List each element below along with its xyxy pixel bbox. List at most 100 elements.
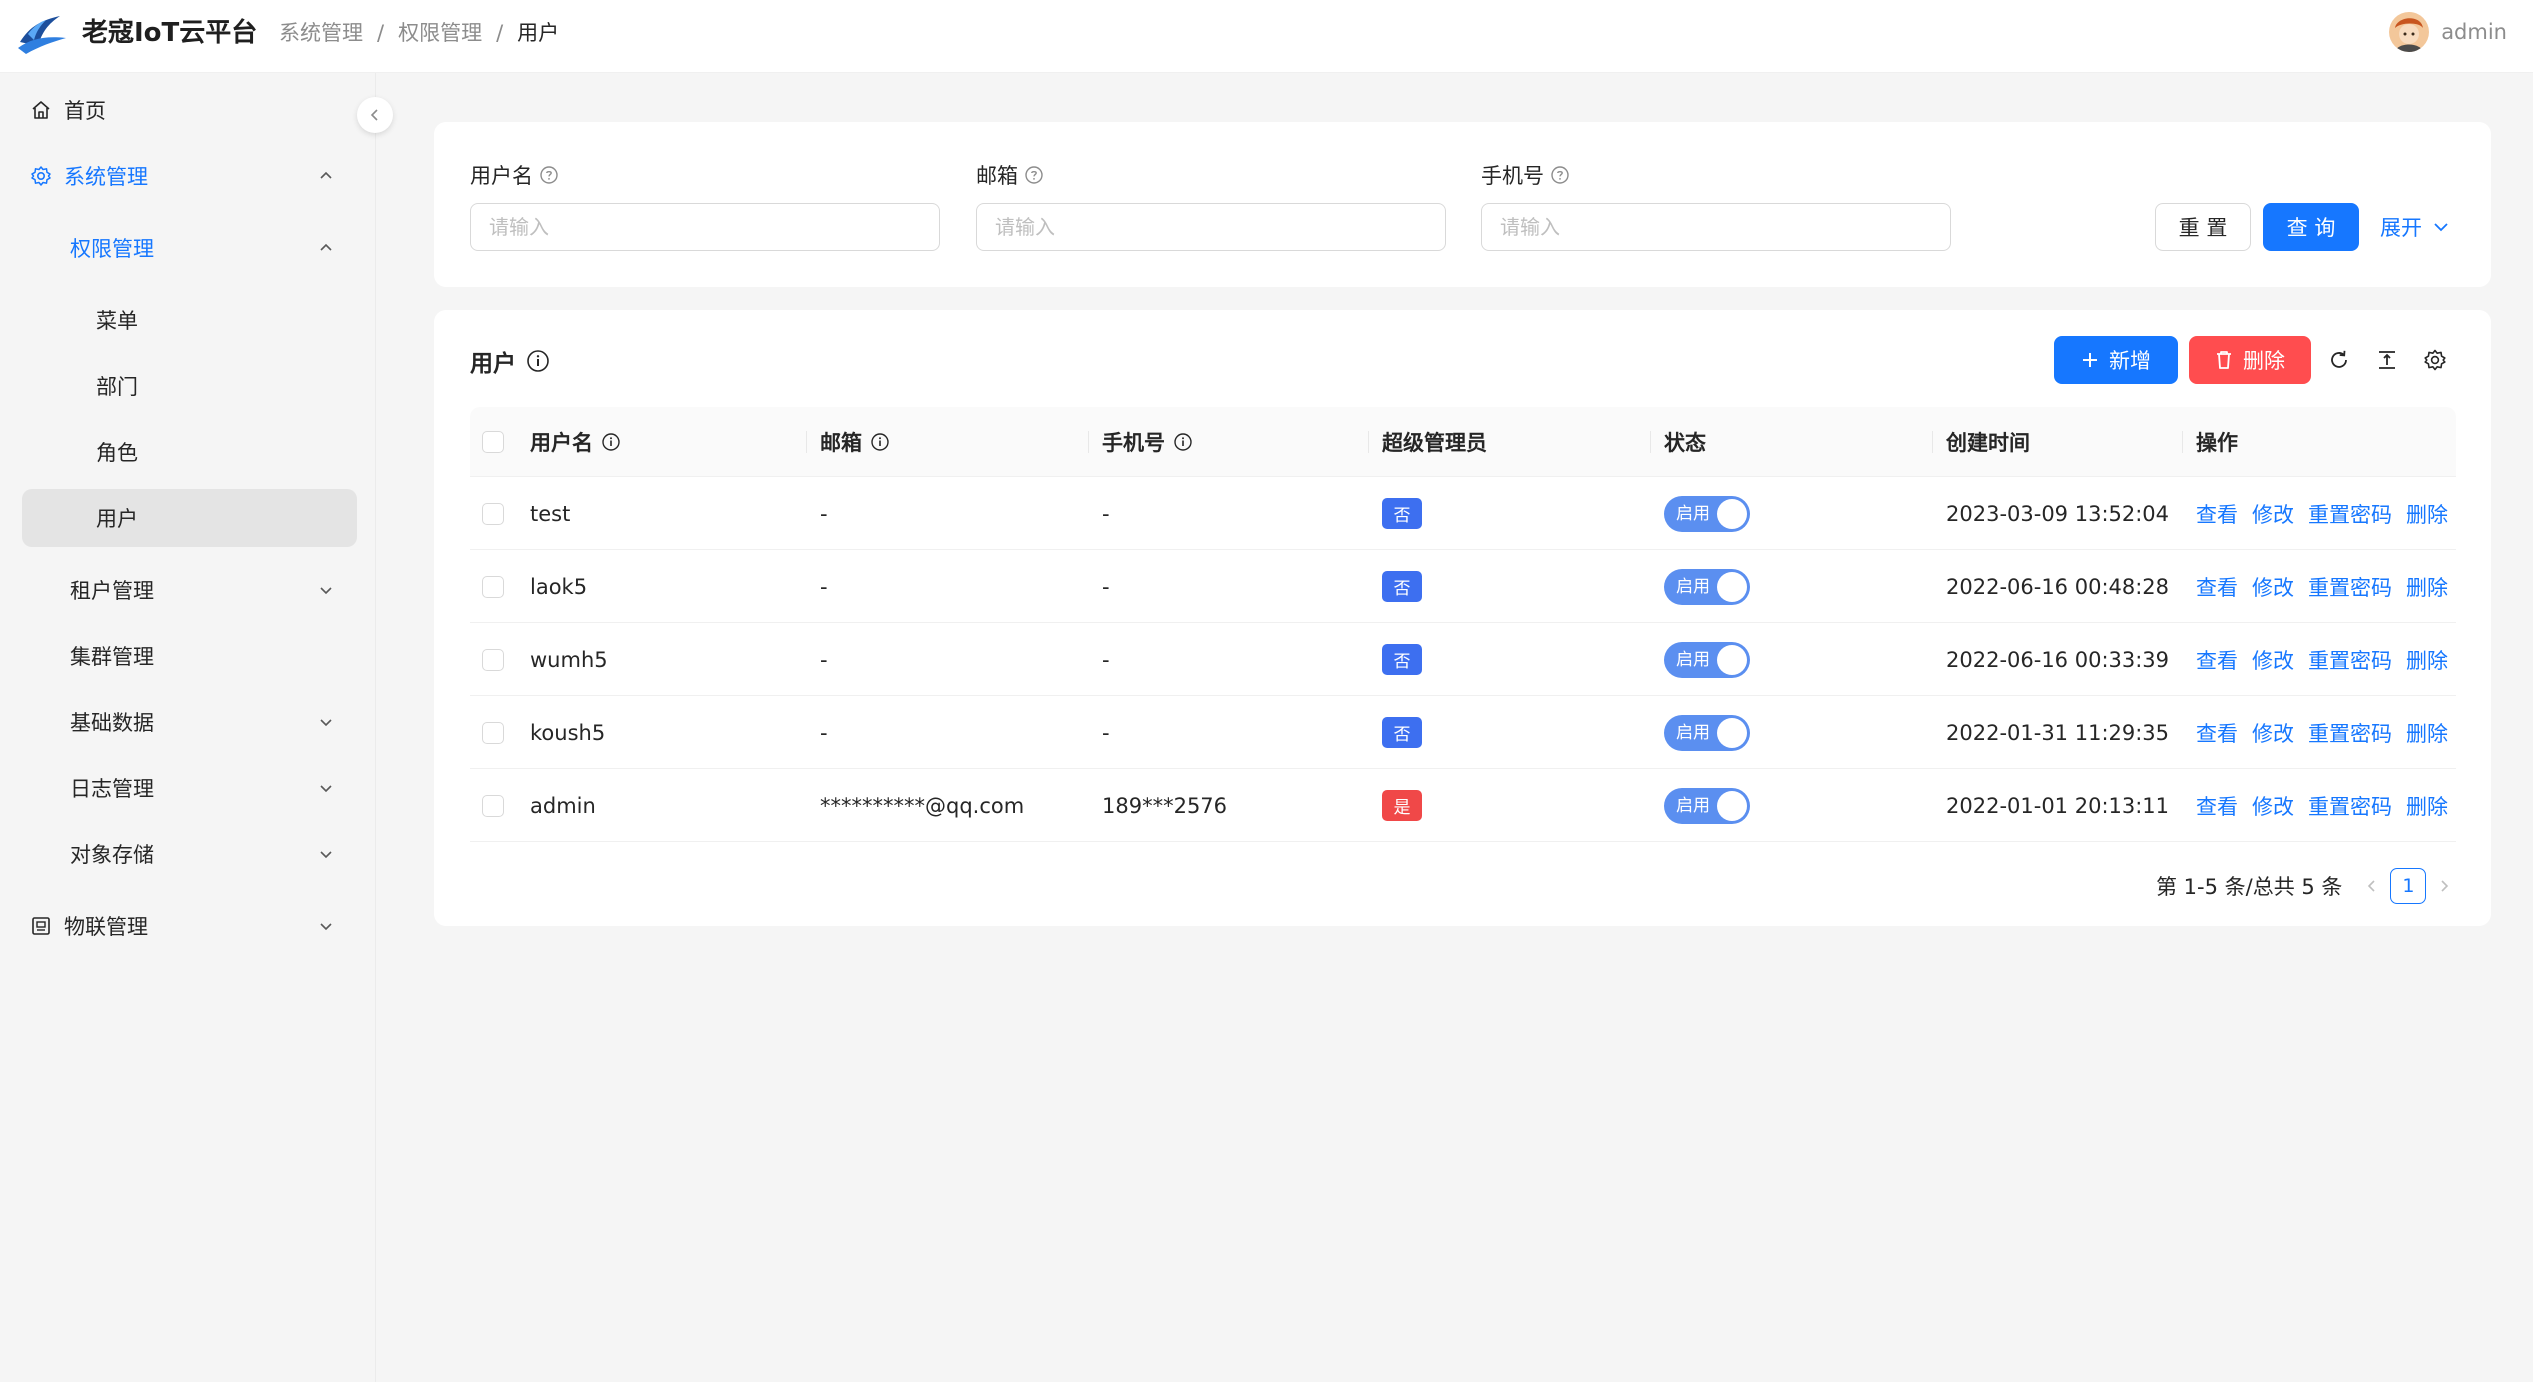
phone-filter-input[interactable] <box>1481 203 1951 251</box>
view-link[interactable]: 查看 <box>2196 499 2238 529</box>
view-link[interactable]: 查看 <box>2196 718 2238 748</box>
page-button-current[interactable]: 1 <box>2390 868 2427 904</box>
cell-username: test <box>530 501 571 526</box>
username[interactable]: admin <box>2441 20 2507 44</box>
delete-users-button[interactable]: 删除 <box>2189 336 2311 384</box>
sidebar-item-role[interactable]: 角色 <box>22 423 357 481</box>
edit-link[interactable]: 修改 <box>2252 791 2294 821</box>
chevron-right-icon[interactable] <box>2430 872 2458 900</box>
view-link[interactable]: 查看 <box>2196 645 2238 675</box>
delete-label: 删除 <box>2243 349 2285 373</box>
row-checkbox[interactable] <box>482 502 504 525</box>
reset-password-link[interactable]: 重置密码 <box>2308 791 2392 821</box>
add-label: 新增 <box>2109 349 2151 373</box>
chevron-left-icon[interactable] <box>2358 872 2386 900</box>
view-link[interactable]: 查看 <box>2196 791 2238 821</box>
question-circle-icon[interactable] <box>539 165 559 185</box>
sidebar-item-label: 角色 <box>96 441 138 465</box>
cell-phone: - <box>1102 720 1110 745</box>
pagination: 第 1-5 条/总共 5 条 1 <box>2156 868 2458 904</box>
breadcrumb-item-system[interactable]: 系统管理 <box>279 18 363 48</box>
cell-username: laok5 <box>530 574 588 599</box>
row-checkbox[interactable] <box>482 721 504 744</box>
delete-link[interactable]: 删除 <box>2406 791 2448 821</box>
delete-link[interactable]: 删除 <box>2406 572 2448 602</box>
status-toggle[interactable]: 启用 <box>1664 641 1750 678</box>
setting-icon[interactable] <box>2421 346 2449 374</box>
sidebar-item-logs[interactable]: 日志管理 <box>22 759 357 817</box>
cell-created: 2022-01-01 20:13:11 <box>1946 793 2170 818</box>
reset-password-link[interactable]: 重置密码 <box>2308 499 2392 529</box>
column-header-phone[interactable]: 手机号 <box>1102 407 1193 477</box>
sidebar-collapse-button[interactable] <box>357 97 393 133</box>
username-filter-input[interactable] <box>470 203 940 251</box>
status-toggle[interactable]: 启用 <box>1664 495 1750 532</box>
column-header-email[interactable]: 邮箱 <box>820 407 890 477</box>
reset-password-link[interactable]: 重置密码 <box>2308 572 2392 602</box>
cell-actions: 查看 修改 重置密码 删除 <box>2196 550 2462 623</box>
sidebar-item-user[interactable]: 用户 <box>22 489 357 547</box>
table-header: 用户名 邮箱 手机号 超级管理员 状态 创建时间 操作 <box>470 407 2456 477</box>
superadmin-badge: 否 <box>1382 571 1422 602</box>
gear-icon <box>30 165 52 187</box>
reset-password-link[interactable]: 重置密码 <box>2308 718 2392 748</box>
reset-button[interactable]: 重 置 <box>2155 203 2251 251</box>
row-select-cell <box>482 477 504 550</box>
column-header-username[interactable]: 用户名 <box>530 407 621 477</box>
pagination-summary: 第 1-5 条/总共 5 条 <box>2156 875 2343 899</box>
status-toggle[interactable]: 启用 <box>1664 568 1750 605</box>
row-checkbox[interactable] <box>482 794 504 817</box>
username-filter-label: 用户名 <box>470 160 559 190</box>
question-circle-icon[interactable] <box>1024 165 1044 185</box>
chevron-down-icon <box>317 779 335 797</box>
cell-created: 2022-06-16 00:48:28 <box>1946 574 2170 599</box>
delete-link[interactable]: 删除 <box>2406 718 2448 748</box>
email-filter-input[interactable] <box>976 203 1446 251</box>
info-circle-icon[interactable] <box>601 432 621 452</box>
info-circle-icon[interactable] <box>526 349 550 373</box>
home-icon <box>30 99 52 121</box>
edit-link[interactable]: 修改 <box>2252 572 2294 602</box>
info-circle-icon[interactable] <box>1173 432 1193 452</box>
sidebar-item-tenant[interactable]: 租户管理 <box>22 561 357 619</box>
sidebar-item-iot[interactable]: 物联管理 <box>22 897 357 955</box>
edit-link[interactable]: 修改 <box>2252 499 2294 529</box>
reload-icon[interactable] <box>2325 346 2353 374</box>
reset-password-link[interactable]: 重置密码 <box>2308 645 2392 675</box>
sidebar-item-menu[interactable]: 菜单 <box>22 291 357 349</box>
column-height-icon[interactable] <box>2373 346 2401 374</box>
expand-toggle[interactable]: 展开 <box>2380 212 2450 242</box>
column-divider <box>2182 431 2183 453</box>
table-row: wumh5 - - 否 启用 2022-06-16 00:33:39 查看 修改… <box>470 623 2456 696</box>
sidebar-item-label: 租户管理 <box>70 579 154 603</box>
row-checkbox[interactable] <box>482 648 504 671</box>
user-menu[interactable]: admin <box>2389 12 2507 52</box>
sidebar-item-basic-data[interactable]: 基础数据 <box>22 693 357 751</box>
question-circle-icon[interactable] <box>1550 165 1570 185</box>
view-link[interactable]: 查看 <box>2196 572 2238 602</box>
breadcrumb: 系统管理 / 权限管理 / 用户 <box>279 18 559 48</box>
edit-link[interactable]: 修改 <box>2252 718 2294 748</box>
row-checkbox[interactable] <box>482 575 504 598</box>
query-button[interactable]: 查 询 <box>2263 203 2359 251</box>
status-toggle[interactable]: 启用 <box>1664 787 1750 824</box>
sidebar-item-home[interactable]: 首页 <box>22 81 357 139</box>
sidebar-item-label: 部门 <box>96 375 138 399</box>
sidebar-item-cluster[interactable]: 集群管理 <box>22 627 357 685</box>
delete-link[interactable]: 删除 <box>2406 499 2448 529</box>
sidebar-item-object-storage[interactable]: 对象存储 <box>22 825 357 883</box>
edit-link[interactable]: 修改 <box>2252 645 2294 675</box>
sidebar-item-system[interactable]: 系统管理 <box>22 147 357 205</box>
status-label: 启用 <box>1676 795 1710 816</box>
status-toggle[interactable]: 启用 <box>1664 714 1750 751</box>
cell-actions: 查看 修改 重置密码 删除 <box>2196 696 2462 769</box>
sidebar-item-permission[interactable]: 权限管理 <box>22 219 357 277</box>
breadcrumb-item-permission[interactable]: 权限管理 <box>398 18 482 48</box>
delete-link[interactable]: 删除 <box>2406 645 2448 675</box>
add-user-button[interactable]: 新增 <box>2054 336 2178 384</box>
sidebar-item-label: 系统管理 <box>64 165 148 189</box>
select-all-checkbox[interactable] <box>482 431 504 453</box>
sidebar-item-department[interactable]: 部门 <box>22 357 357 415</box>
info-circle-icon[interactable] <box>870 432 890 452</box>
avatar[interactable] <box>2389 12 2430 52</box>
